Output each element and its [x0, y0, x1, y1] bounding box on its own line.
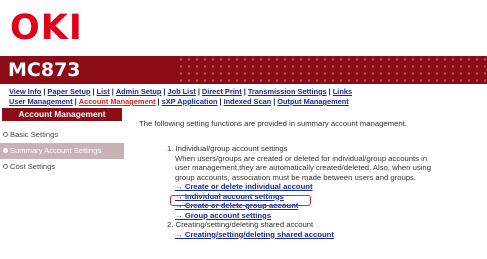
sidebar-item-label: Basic Settings [10, 130, 59, 139]
section1-desc-line: user management,they are automatically c… [175, 163, 431, 172]
header-logo-area: OKI [0, 0, 487, 56]
section1-title: 1. Individual/group account settings [167, 144, 288, 153]
bullet-icon [3, 131, 8, 137]
section1-desc-line: When users/groups are created or deleted… [175, 153, 428, 163]
create-delete-individual-account-link[interactable]: → Create or delete individual account [167, 182, 313, 192]
oki-logo: OKI [10, 8, 83, 48]
sidebar-item-label: Cost Settings [10, 162, 56, 171]
sidebar-item-basic-settings[interactable]: Basic Settings [0, 127, 124, 143]
nav-view-info[interactable]: View Info [9, 87, 41, 96]
sidebar-item-summary-account-settings[interactable]: Summary Account Settings [0, 143, 124, 159]
main-nav-row1: View Info | Paper Setup | List | Admin Setup | J… [9, 87, 353, 96]
bullet-icon [3, 147, 8, 153]
nav-output-management[interactable]: Output Management [277, 97, 348, 106]
sidebar-header: Account Management [2, 108, 122, 121]
highlight-box [170, 195, 311, 206]
nav-list[interactable]: List [97, 87, 110, 96]
bullet-icon [3, 163, 8, 169]
nav-direct-print[interactable]: Direct Print [202, 87, 242, 96]
nav-sxp-application[interactable]: sXP Application [162, 97, 218, 106]
nav-transmission-settings[interactable]: Transmission Settings [248, 87, 327, 96]
sidebar: Account Management Basic Settings Summar… [0, 108, 124, 259]
group-account-settings-link[interactable]: → Group account settings [167, 211, 271, 221]
intro-text: The following setting functions are prov… [139, 119, 407, 128]
nav-job-list[interactable]: Job List [167, 87, 195, 96]
model-name: MC873 [8, 59, 81, 81]
nav-indexed-scan[interactable]: Indexed Scan [224, 97, 272, 106]
nav-account-management[interactable]: Account Management [79, 97, 156, 106]
sidebar-item-cost-settings[interactable]: Cost Settings [0, 159, 124, 175]
nav-admin-setup[interactable]: Admin Setup [116, 87, 162, 96]
main-nav-row2: User Management | Account Management | sXP A… [9, 97, 349, 106]
main-content: 1. Individual/group account settings Whe… [167, 144, 431, 239]
section1-desc-line: group accounts, association must be made… [175, 172, 417, 182]
banner-dot-pattern [177, 56, 487, 84]
nav-user-management[interactable]: User Management [9, 97, 73, 106]
nav-paper-setup[interactable]: Paper Setup [47, 87, 90, 96]
sidebar-item-label: Summary Account Settings [10, 146, 102, 155]
model-banner: MC873 [0, 56, 487, 84]
create-set-delete-shared-account-link[interactable]: → Creating/setting/deleting shared accou… [167, 230, 334, 240]
nav-links[interactable]: Links [333, 87, 352, 96]
section2-title: 2. Creating/setting/deleting shared acco… [167, 220, 314, 229]
